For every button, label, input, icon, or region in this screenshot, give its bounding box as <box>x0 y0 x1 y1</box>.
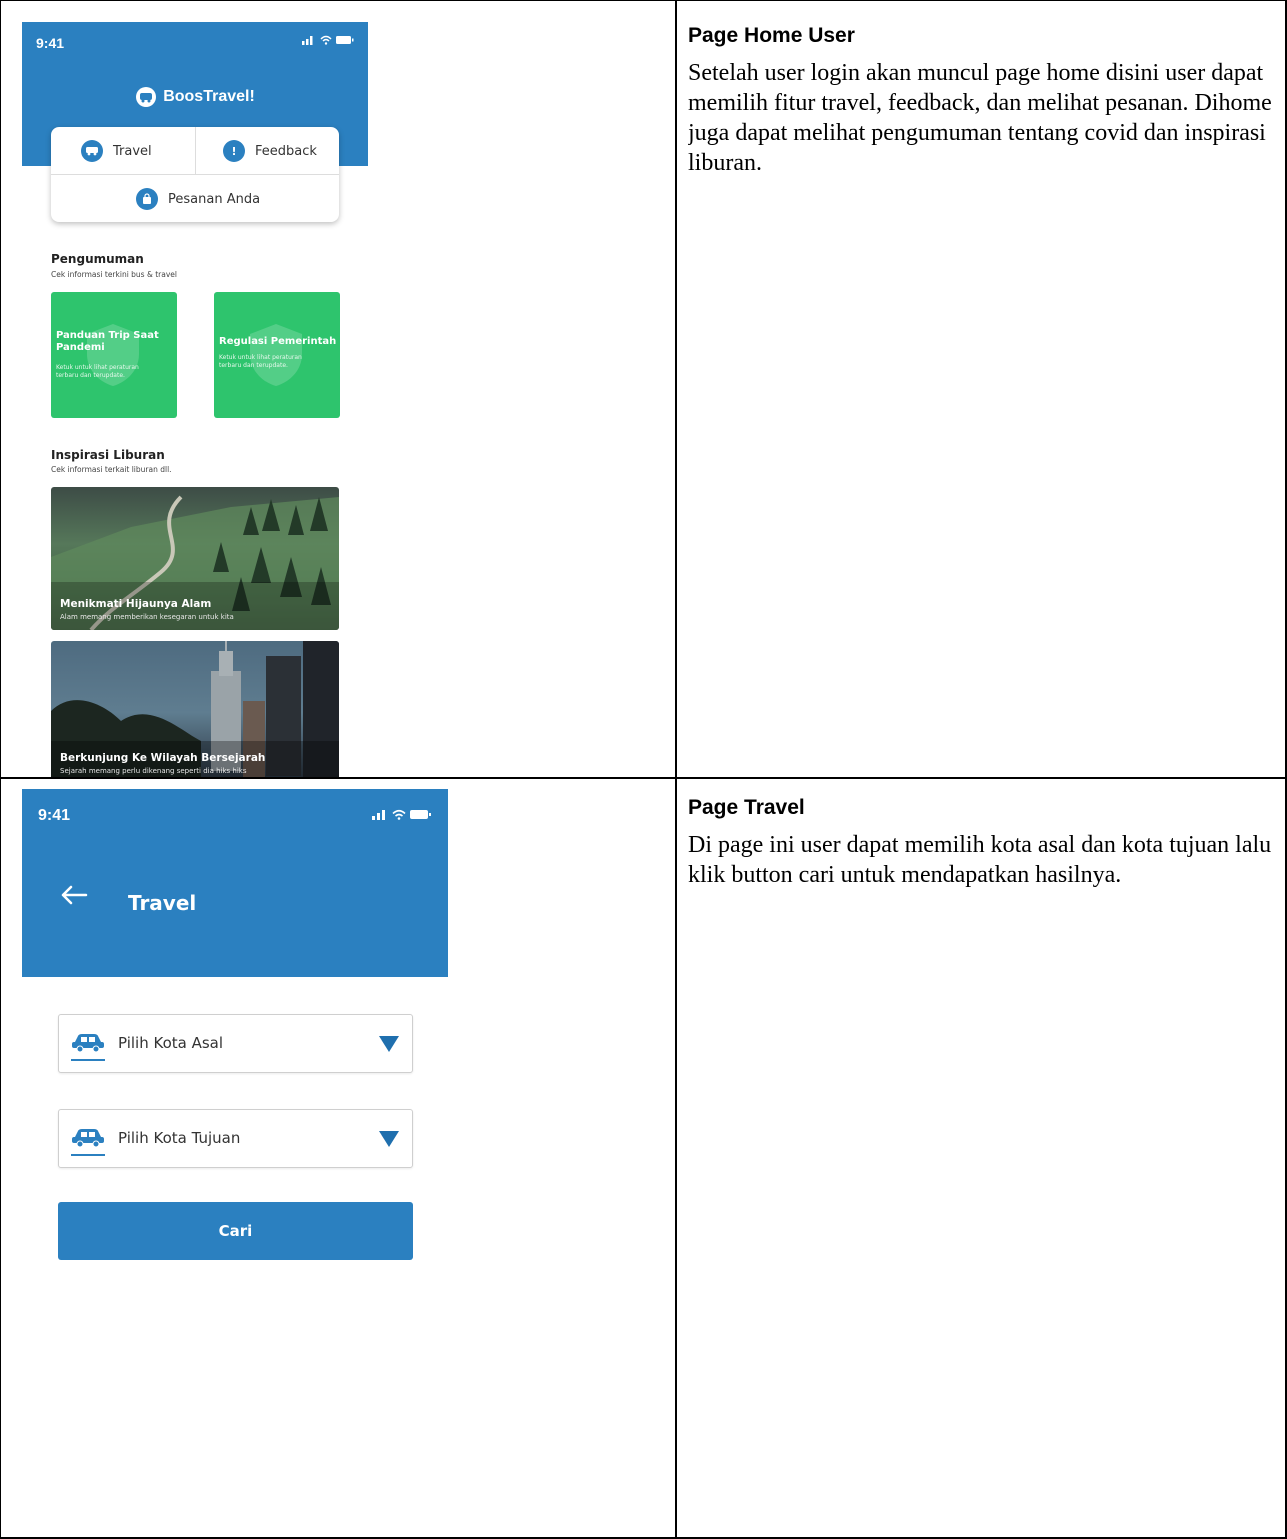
brand-name: BoosTravel! <box>163 88 255 105</box>
home-menu-card: Travel ! Feedback Pesanan Anda <box>51 127 339 222</box>
wifi-icon <box>320 35 332 45</box>
announcement-card-title: Regulasi Pemerintah <box>219 336 337 347</box>
announcements-title: Pengumuman <box>51 252 144 266</box>
home-phone-mockup: 9:41 BoosTravel! Travel ! Feedback Pesan… <box>22 22 368 777</box>
wifi-icon <box>392 809 406 820</box>
travel-section-description: Page Travel Di page ini user dapat memil… <box>688 796 1278 1526</box>
home-section-heading: Page Home User <box>688 24 855 47</box>
caret-down-icon <box>379 1036 399 1052</box>
orders-menu-button[interactable]: Pesanan Anda <box>136 188 260 210</box>
table-border-left <box>0 0 1 1539</box>
inspiration-title: Inspirasi Liburan <box>51 448 165 462</box>
inspiration-subtitle: Cek informasi terkait liburan dll. <box>51 465 172 474</box>
status-time: 9:41 <box>36 35 65 51</box>
inspiration-card-title: Berkunjung Ke Wilayah Bersejarah <box>60 752 266 764</box>
travel-menu-label: Travel <box>113 143 152 159</box>
menu-divider <box>195 127 196 174</box>
announcements-subtitle: Cek informasi terkini bus & travel <box>51 270 177 279</box>
origin-city-select[interactable]: Pilih Kota Asal <box>58 1014 413 1073</box>
travel-section-body: Di page ini user dapat memilih kota asal… <box>688 832 1272 888</box>
inspiration-card-desc: Alam memang memberikan kesegaran untuk k… <box>60 613 234 621</box>
bus-icon <box>81 140 103 162</box>
car-icon <box>72 1129 104 1147</box>
status-icons <box>302 35 354 45</box>
home-section-description: Page Home User Setelah user login akan m… <box>688 24 1278 764</box>
announcement-card-title: Panduan Trip Saat Pandemi <box>56 330 159 353</box>
status-bar: 9:41 <box>22 789 448 835</box>
search-button[interactable]: Cari <box>58 1202 413 1260</box>
announcement-card-desc: Ketuk untuk lihat peraturan terbaru dan … <box>219 354 302 369</box>
orders-menu-label: Pesanan Anda <box>168 191 261 207</box>
car-icon <box>72 1034 104 1052</box>
back-arrow-icon[interactable] <box>60 885 88 905</box>
travel-menu-button[interactable]: Travel <box>81 140 152 162</box>
battery-icon <box>410 810 431 819</box>
announcement-card[interactable]: Regulasi Pemerintah Ketuk untuk lihat pe… <box>214 292 340 418</box>
inspiration-card[interactable]: Berkunjung Ke Wilayah Bersejarah Sejarah… <box>51 641 339 777</box>
table-column-divider <box>675 0 677 1539</box>
battery-icon <box>336 36 354 44</box>
home-section-body: Setelah user login akan muncul page home… <box>688 60 1272 176</box>
shopping-bag-icon <box>136 188 158 210</box>
origin-city-placeholder: Pilih Kota Asal <box>118 1034 224 1052</box>
feedback-icon: ! <box>223 140 245 162</box>
announcement-card[interactable]: Panduan Trip Saat Pandemi Ketuk untuk li… <box>51 292 177 418</box>
inspiration-card[interactable]: Menikmati Hijaunya Alam Alam memang memb… <box>51 487 339 630</box>
travel-phone-mockup: 9:41 Travel Pilih Kota Asal Pilih Kota T… <box>22 789 448 1529</box>
inspiration-card-desc: Sejarah memang perlu dikenang seperti di… <box>60 767 247 775</box>
status-icons <box>372 809 432 820</box>
brand-logo: BoosTravel! <box>22 86 368 108</box>
status-time: 9:41 <box>38 807 71 824</box>
destination-city-placeholder: Pilih Kota Tujuan <box>118 1129 241 1147</box>
table-row-divider <box>0 777 1287 779</box>
feedback-menu-button[interactable]: ! Feedback <box>223 140 317 162</box>
signal-icon <box>372 810 385 820</box>
page-title: Travel <box>128 891 197 915</box>
table-border-top <box>0 0 1287 1</box>
select-underline <box>71 1059 105 1061</box>
signal-icon <box>302 36 313 45</box>
feedback-menu-label: Feedback <box>255 143 317 159</box>
inspiration-card-title: Menikmati Hijaunya Alam <box>60 598 212 610</box>
bus-logo-icon <box>136 87 157 107</box>
select-underline <box>71 1154 105 1156</box>
travel-section-heading: Page Travel <box>688 796 805 819</box>
destination-city-select[interactable]: Pilih Kota Tujuan <box>58 1109 413 1168</box>
status-bar: 9:41 <box>22 22 368 62</box>
menu-divider <box>51 174 339 175</box>
announcement-card-desc: Ketuk untuk lihat peraturan terbaru dan … <box>56 364 139 379</box>
caret-down-icon <box>379 1131 399 1147</box>
document-table: 9:41 BoosTravel! Travel ! Feedback Pesan… <box>0 0 1287 1539</box>
